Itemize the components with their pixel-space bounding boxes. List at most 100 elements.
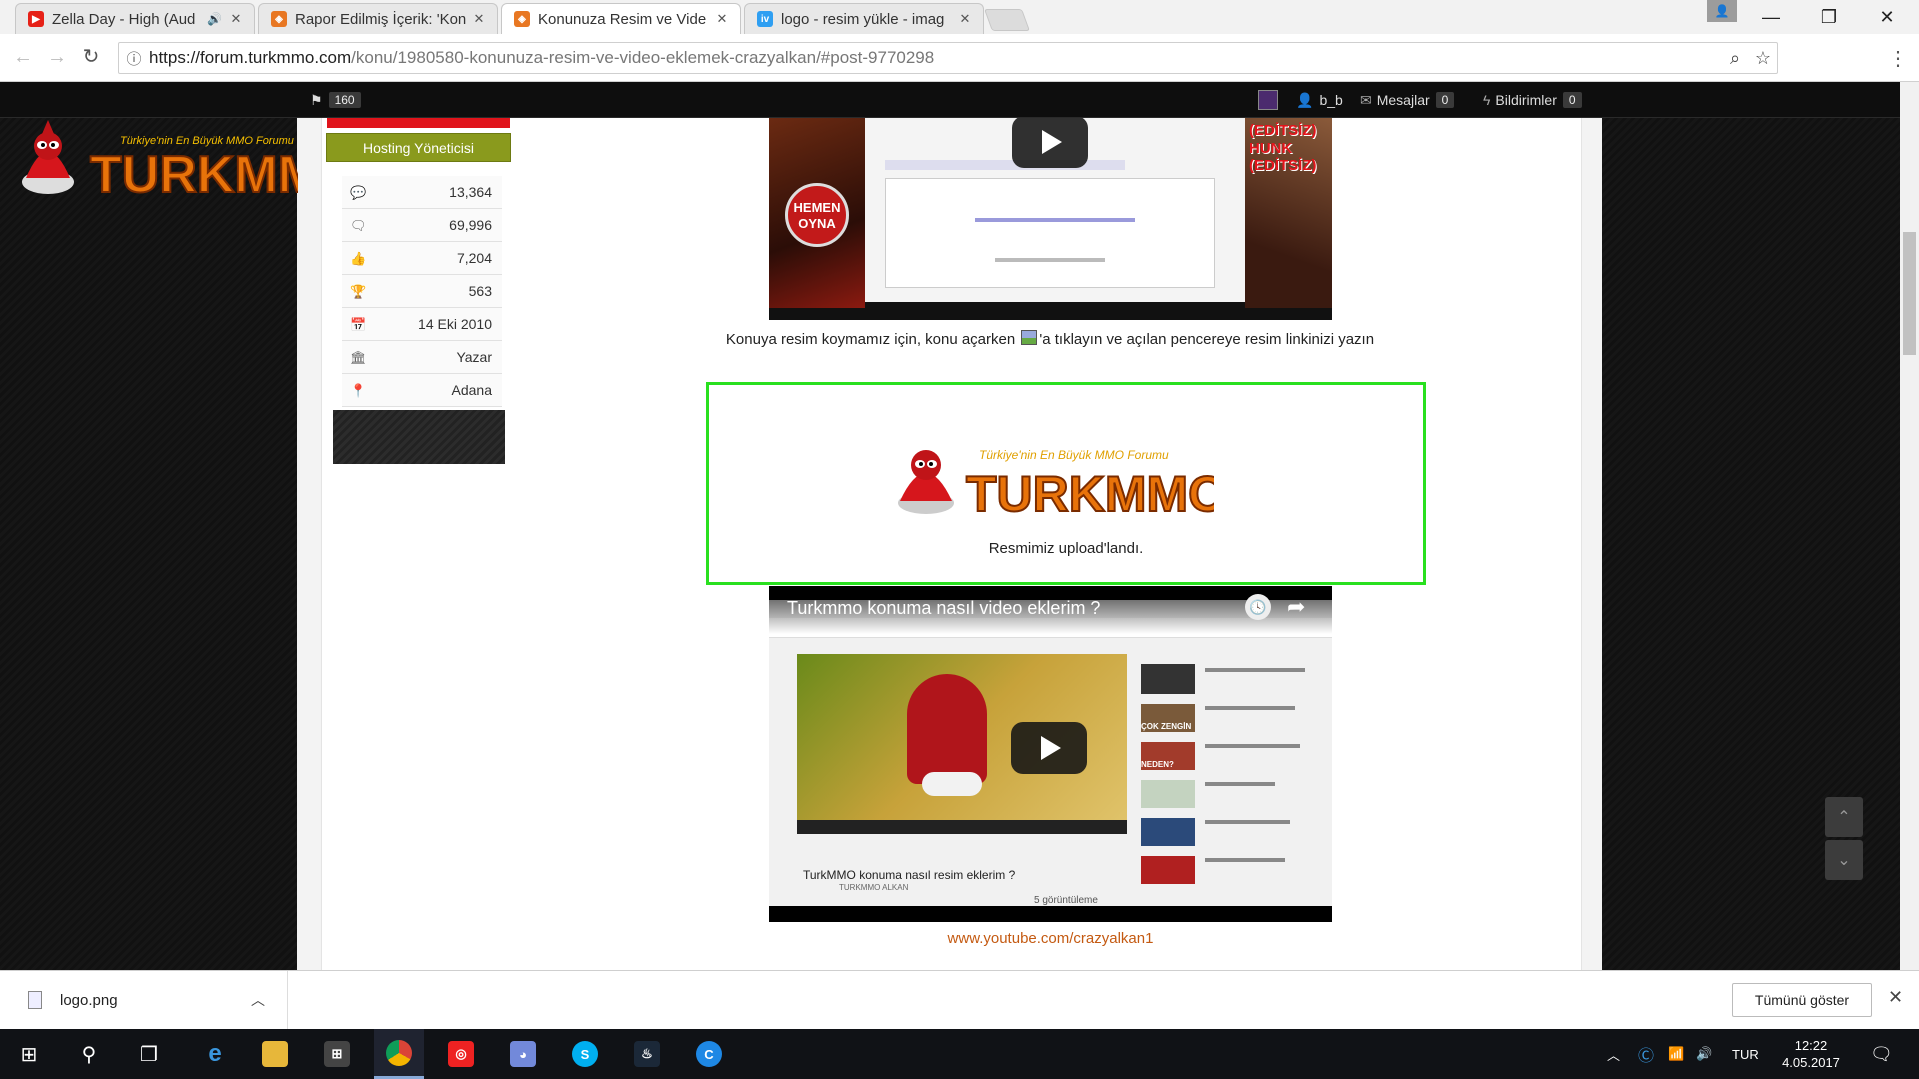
- language-indicator[interactable]: TUR: [1732, 1029, 1759, 1079]
- download-filename: logo.png: [60, 991, 118, 1009]
- tab-title: Zella Day - High (Aud: [52, 10, 196, 28]
- tab-imageshack[interactable]: iv logo - resim yükle - imag ✕: [744, 3, 984, 34]
- tab-title: logo - resim yükle - imag: [781, 10, 945, 28]
- steam-icon[interactable]: ♨: [622, 1029, 672, 1079]
- forward-button[interactable]: →: [44, 44, 70, 70]
- notifications-label: Bildirimler: [1495, 92, 1557, 108]
- volume-icon[interactable]: 🔊: [1696, 1029, 1712, 1079]
- editsiz-label-2: HUNK (EDİTSİZ): [1249, 140, 1317, 174]
- minimize-button[interactable]: —: [1742, 0, 1800, 34]
- skype-icon[interactable]: S: [560, 1029, 610, 1079]
- file-icon: [28, 991, 42, 1009]
- page-bg-left: [0, 118, 297, 970]
- clock-date: 4.05.2017: [1782, 1055, 1840, 1070]
- scroll-up-button[interactable]: ⌃: [1825, 797, 1863, 837]
- browser-toolbar: ← → ↻ ⓘ https://forum.turkmmo.com/konu/1…: [0, 34, 1919, 82]
- notifications-link[interactable]: ϟ Bildirimler 0: [1483, 82, 1582, 118]
- chrome-icon[interactable]: [374, 1029, 424, 1079]
- close-tab-icon[interactable]: ✕: [471, 11, 487, 27]
- discord-icon[interactable]: ◕: [498, 1029, 548, 1079]
- close-tab-icon[interactable]: ✕: [714, 11, 730, 27]
- video-embed-1[interactable]: HEMEN OYNA (EDİTSİZ) HUNK (EDİTSİZ): [769, 118, 1332, 320]
- action-center-icon[interactable]: 🗨: [1870, 1029, 1893, 1079]
- stat-posts: 🗨 69,996: [342, 209, 502, 242]
- user-menu[interactable]: 👤 b_b: [1296, 82, 1343, 118]
- bookmark-star-icon[interactable]: ☆: [1749, 48, 1777, 69]
- messages-link[interactable]: ✉ Mesajlar 0: [1360, 82, 1455, 118]
- windows-taskbar: ⊞ ⚲ ❐ e ⊞ ◎ ◕ S ♨ C ︿ Ⓒ 📶 🔊 TUR 12:22 4.…: [0, 1029, 1919, 1079]
- profile-icon[interactable]: 👤: [1707, 0, 1737, 22]
- close-tab-icon[interactable]: ✕: [228, 11, 244, 27]
- store-icon[interactable]: ⊞: [312, 1029, 362, 1079]
- user-avatar[interactable]: [1258, 82, 1278, 118]
- calendar-icon: 📅: [350, 317, 367, 332]
- tab-konunuza[interactable]: ◈ Konunuza Resim ve Vide ✕: [501, 3, 741, 34]
- related-video-label-2: NEDEN?: [1141, 742, 1195, 770]
- stat-value: 13,364: [449, 184, 492, 200]
- play-button[interactable]: [1011, 722, 1087, 774]
- restore-button[interactable]: ❐: [1800, 0, 1858, 34]
- user-stats: 💬 13,364 🗨 69,996 👍 7,204 🏆 563 📅 14 Eki 2010…: [342, 176, 502, 407]
- close-shelf-icon[interactable]: ✕: [1888, 987, 1903, 1008]
- speaker-icon[interactable]: 🔊: [207, 12, 222, 26]
- close-window-button[interactable]: ✕: [1858, 0, 1916, 34]
- inner-views: 5 görüntüleme: [1034, 895, 1098, 906]
- site-info-icon[interactable]: ⓘ: [119, 48, 149, 69]
- address-bar[interactable]: ⓘ https://forum.turkmmo.com/konu/1980580…: [118, 42, 1778, 74]
- post-text-caption: Konuya resim koymamız için, konu açarken…: [600, 330, 1500, 348]
- bank-icon: 🏛: [350, 350, 367, 365]
- back-button[interactable]: ←: [10, 44, 36, 70]
- tab-youtube[interactable]: ▶ Zella Day - High (Aud 🔊 ✕: [15, 3, 255, 34]
- stat-value: Adana: [451, 382, 492, 398]
- game-art-right: (EDİTSİZ) HUNK (EDİTSİZ): [1245, 118, 1332, 308]
- stat-value: 563: [468, 283, 492, 299]
- scroll-down-button[interactable]: ⌄: [1825, 840, 1863, 880]
- file-explorer-icon[interactable]: [250, 1029, 300, 1079]
- reload-button[interactable]: ↻: [78, 44, 104, 70]
- windows-start-icon[interactable]: ⊞: [4, 1029, 54, 1079]
- zoom-icon[interactable]: ⌕: [1721, 48, 1749, 69]
- stat-title: 🏛 Yazar: [342, 341, 502, 374]
- network-icon[interactable]: 📶: [1668, 1029, 1684, 1079]
- tray-chevron-icon[interactable]: ︿: [1607, 1029, 1620, 1079]
- page-scrollbar[interactable]: [1900, 82, 1919, 970]
- oyna-text: OYNA: [798, 216, 836, 231]
- close-tab-icon[interactable]: ✕: [957, 11, 973, 27]
- page-scrollbar-thumb[interactable]: [1903, 232, 1916, 355]
- turkmmo-icon: ◈: [514, 11, 530, 27]
- play-button[interactable]: [1012, 118, 1088, 168]
- turkmmo-logo[interactable]: Türkiye'nin En Büyük MMO Forumu TURKMMO: [8, 108, 298, 200]
- red-app-icon[interactable]: ◎: [436, 1029, 486, 1079]
- inner-video-title: TurkMMO konuma nasıl resim eklerim ?: [803, 868, 1016, 882]
- ccleaner-tray-icon[interactable]: Ⓒ: [1638, 1029, 1654, 1079]
- ccleaner-icon[interactable]: C: [684, 1029, 734, 1079]
- show-all-downloads-button[interactable]: Tümünü göster: [1732, 983, 1872, 1017]
- search-icon[interactable]: ⚲: [64, 1029, 114, 1079]
- stat-location: 📍 Adana: [342, 374, 502, 407]
- editsiz-label-1: (EDİTSİZ): [1249, 122, 1317, 139]
- new-tab-button[interactable]: [983, 9, 1031, 31]
- envelope-icon: ✉: [1360, 91, 1372, 108]
- chevron-up-icon[interactable]: ︿: [251, 990, 265, 1010]
- turkmmo-icon: ◈: [271, 11, 287, 27]
- share-icon[interactable]: ➦: [1287, 594, 1305, 620]
- watch-later-icon[interactable]: 🕓: [1245, 594, 1271, 620]
- flag-count: 160: [328, 92, 361, 108]
- url-text[interactable]: https://forum.turkmmo.com/konu/1980580-k…: [149, 48, 1721, 68]
- caption-before: Konuya resim koymamız için, konu açarken: [725, 331, 1016, 348]
- task-view-icon[interactable]: ❐: [124, 1029, 174, 1079]
- related-video-label-1: ÇOK ZENGİN: [1141, 704, 1195, 732]
- menu-icon[interactable]: ⋮: [1888, 46, 1908, 71]
- flag-counter[interactable]: ⚑ 160: [310, 82, 361, 118]
- video-embed-2[interactable]: TurkMMO konuma nasıl resim eklerim ? TUR…: [769, 586, 1332, 922]
- youtube-channel-link[interactable]: www.youtube.com/crazyalkan1: [769, 930, 1332, 947]
- uploaded-image-box: Türkiye'nin En Büyük MMO Forumu TURKMMO …: [706, 382, 1426, 585]
- video-title[interactable]: Turkmmo konuma nasıl video eklerim ?: [787, 598, 1100, 619]
- tab-rapor[interactable]: ◈ Rapor Edilmiş İçerik: 'Kon ✕: [258, 3, 498, 34]
- edge-icon[interactable]: e: [190, 1029, 240, 1079]
- stat-value: 69,996: [449, 217, 492, 233]
- clock[interactable]: 12:22 4.05.2017: [1776, 1029, 1846, 1079]
- sidebar-banner: [333, 410, 505, 464]
- hemen-oyna-badge: HEMEN OYNA: [785, 183, 849, 247]
- download-item[interactable]: logo.png ︿: [0, 971, 288, 1029]
